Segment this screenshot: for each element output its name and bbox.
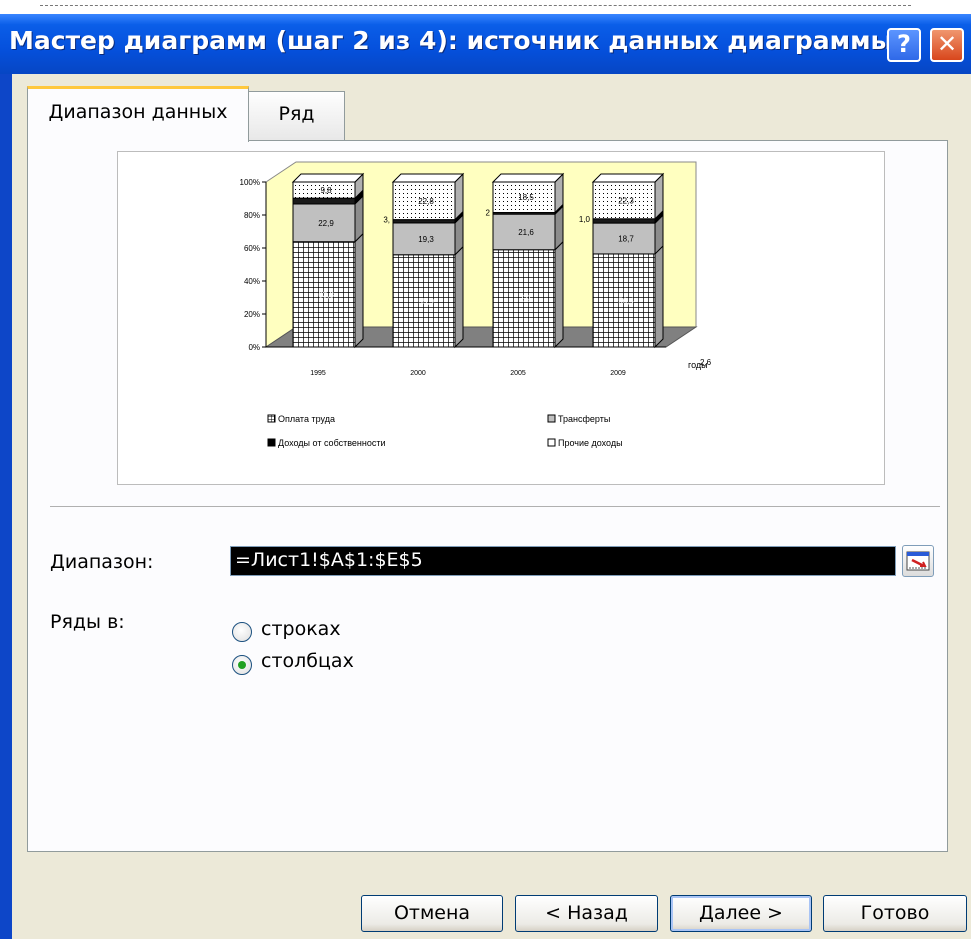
legend-swatch	[267, 414, 276, 423]
close-button[interactable]: ✕	[930, 28, 964, 62]
bar-segment	[592, 218, 656, 224]
bar-top	[491, 173, 565, 183]
next-button[interactable]: Далее >	[670, 895, 812, 932]
tab-data-range[interactable]: Диапазон данных	[27, 86, 249, 142]
data-label: 18,7	[618, 235, 634, 244]
legend-label: Прочие доходы	[558, 438, 623, 448]
legend-label: Оплата труда	[278, 414, 335, 424]
data-label: 3,	[383, 216, 390, 225]
separator	[50, 506, 940, 507]
range-label-text: Диапазон:	[50, 551, 154, 573]
data-label: 19,3	[418, 235, 434, 244]
data-label: 9,8	[320, 186, 332, 195]
dialog-title: Мастер диаграмм (шаг 2 из 4): источник д…	[9, 26, 894, 55]
background-sheet	[0, 0, 971, 14]
range-label: Диапазон:	[50, 551, 153, 573]
radio-rows-label[interactable]: строках	[261, 618, 341, 640]
series-in-label: Ряды в:	[50, 611, 125, 633]
data-label: 22,9	[318, 219, 334, 228]
legend-swatch	[547, 438, 556, 447]
finish-button[interactable]: Готово	[823, 895, 967, 932]
x-tick-label: 2005	[510, 370, 526, 377]
tab-panel: 0% 20% 40% 60% 80% 100% 63,8 22,9 9,8 55,9 19,3 3,…	[27, 140, 948, 852]
legend-label: Доходы от собственности	[278, 438, 386, 448]
data-label: 22,8	[418, 197, 434, 206]
data-label: 22,3	[618, 196, 634, 205]
legend-label: Трансферты	[558, 414, 610, 424]
data-label: 56,4	[618, 296, 634, 305]
data-label: 59	[522, 294, 531, 303]
data-label: 21,6	[518, 228, 534, 237]
data-label: 63,8	[318, 290, 334, 299]
radio-rows[interactable]	[232, 622, 252, 642]
y-tick-label: 60%	[244, 244, 260, 253]
dialog-body: Диапазон данных Ряд 0% 20% 40% 60% 80% 1…	[12, 74, 971, 939]
cancel-button[interactable]: Отмена	[361, 895, 503, 932]
legend-swatch	[547, 414, 556, 423]
tab-series[interactable]: Ряд	[248, 91, 345, 141]
y-tick-label: 40%	[244, 277, 260, 286]
y-tick-label: 20%	[244, 310, 260, 319]
radio-columns-label[interactable]: столбцах	[261, 650, 354, 672]
dotted-border	[40, 5, 911, 6]
bar-side	[654, 244, 664, 349]
bar-side	[454, 245, 464, 349]
radio-columns[interactable]	[232, 655, 252, 675]
x-axis: 1995 2000 2005 20092,6годы	[266, 346, 712, 377]
chart-wizard-dialog: Мастер диаграмм (шаг 2 из 4): источник д…	[0, 14, 971, 939]
chart-legend: Оплата труда Трансферты Доходы от собствен…	[267, 414, 623, 448]
title-bar[interactable]: Мастер диаграмм (шаг 2 из 4): источник д…	[0, 14, 971, 74]
data-label: 55,9	[418, 297, 434, 306]
help-button[interactable]: ?	[887, 28, 921, 62]
data-label: 2	[486, 208, 491, 217]
chart-preview: 0% 20% 40% 60% 80% 100% 63,8 22,9 9,8 55,9 19,3 3,…	[117, 151, 885, 485]
bar-top	[391, 173, 465, 183]
bar-top	[591, 173, 665, 183]
range-select-icon	[906, 551, 930, 571]
bar-side	[554, 240, 564, 349]
x-axis-title: годы	[688, 360, 708, 370]
data-label: 18,5	[518, 193, 534, 202]
bar-side	[354, 232, 364, 349]
back-button[interactable]: < Назад	[515, 895, 658, 932]
x-tick-label: 2009	[610, 370, 626, 377]
bar-top	[291, 173, 365, 183]
bar-segment	[292, 197, 356, 205]
radio-selected-dot	[238, 661, 246, 669]
y-axis: 0% 20% 40% 60% 80% 100%	[240, 178, 267, 352]
y-tick-label: 80%	[244, 211, 260, 220]
y-tick-label: 0%	[248, 343, 260, 352]
chart-svg: 0% 20% 40% 60% 80% 100% 63,8 22,9 9,8 55,9 19,3 3,…	[240, 161, 712, 448]
data-label: 1,0	[579, 215, 591, 224]
y-tick-label: 100%	[240, 178, 260, 187]
range-input[interactable]: =Лист1!$A$1:$E$5	[230, 546, 896, 576]
x-tick-label: 1995	[310, 370, 326, 377]
x-tick-label: 2000	[410, 370, 426, 377]
legend-swatch	[267, 438, 276, 447]
collapse-dialog-button[interactable]	[902, 545, 934, 577]
